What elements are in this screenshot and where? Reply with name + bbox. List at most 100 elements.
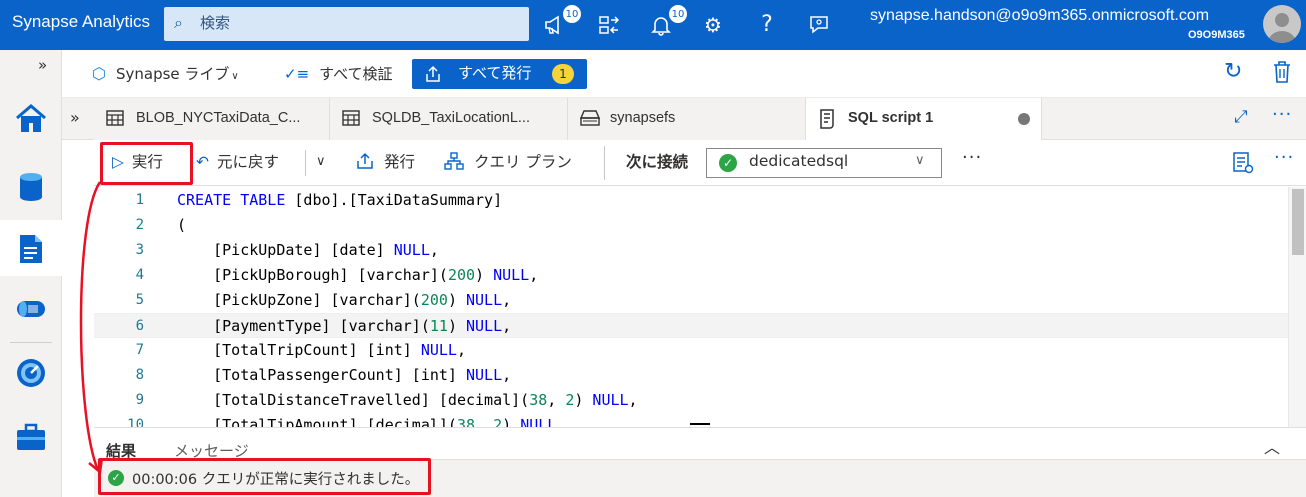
collapse-results-icon[interactable]: ︿ bbox=[1264, 434, 1280, 458]
feedback-icon[interactable] bbox=[804, 10, 834, 40]
develop-icon[interactable] bbox=[0, 220, 62, 276]
tab-sql-script-1[interactable]: SQL script 1 bbox=[806, 98, 1042, 141]
code-line[interactable]: 5 [PickUpZone] [varchar](200) NULL, bbox=[94, 288, 1288, 313]
code-line[interactable]: 1 CREATE TABLE [dbo].[TaxiDataSummary] bbox=[94, 188, 1288, 213]
live-mode-label: Synapse ライブ bbox=[115, 65, 230, 83]
table-icon bbox=[106, 110, 124, 126]
avatar[interactable] bbox=[1263, 5, 1301, 43]
search-input[interactable] bbox=[200, 12, 500, 34]
undo-button[interactable]: ↶ 元に戻す bbox=[196, 150, 279, 176]
text-cursor bbox=[690, 423, 710, 425]
validate-icon: ✓≡ bbox=[284, 65, 310, 83]
code-line[interactable]: 6 [PaymentType] [varchar](11) NULL, bbox=[94, 313, 1288, 338]
code-line[interactable]: 3 [PickUpDate] [date] NULL, bbox=[94, 238, 1288, 263]
gear-icon[interactable]: ⚙ bbox=[698, 10, 728, 40]
more-tabs-icon[interactable]: ··· bbox=[1272, 104, 1292, 125]
upload-icon bbox=[357, 152, 373, 169]
top-bar: Synapse Analytics ⌕ 10 10 ⚙ ? synapse.ha… bbox=[0, 0, 1306, 50]
expand-rail-icon[interactable]: » bbox=[38, 56, 47, 74]
notification-badge: 10 bbox=[562, 4, 582, 24]
status-message-highlight bbox=[98, 458, 431, 495]
code-text: [TotalTripCount] [int] NULL, bbox=[177, 341, 466, 359]
app-title[interactable]: Synapse Analytics bbox=[12, 12, 150, 32]
synapse-live-dropdown[interactable]: ⬡ Synapse ライブ ∨ bbox=[92, 62, 239, 88]
code-text: [PickUpZone] [varchar](200) NULL, bbox=[177, 291, 512, 309]
code-text: [PickUpDate] [date] NULL, bbox=[177, 241, 439, 259]
publish-label: 発行 bbox=[384, 153, 416, 171]
connection-select[interactable]: ✓ dedicatedsql ∨ bbox=[706, 148, 942, 178]
more-editor-icon[interactable]: ··· bbox=[1274, 146, 1294, 172]
connection-value: dedicatedsql bbox=[749, 152, 849, 170]
tab-label: SQLDB_TaxiLocationL... bbox=[372, 110, 530, 126]
annotation-arrow bbox=[79, 181, 104, 475]
code-text: ( bbox=[177, 216, 187, 234]
scrollbar-thumb[interactable] bbox=[1292, 189, 1304, 255]
user-org: O9O9M365 bbox=[1188, 29, 1245, 41]
validate-all-label: すべて検証 bbox=[319, 65, 393, 83]
unsaved-dot-icon[interactable] bbox=[1018, 113, 1030, 125]
synapse-icon: ⬡ bbox=[92, 64, 106, 83]
collapse-pane-icon[interactable]: » bbox=[70, 108, 80, 127]
search-icon: ⌕ bbox=[174, 13, 183, 32]
bell-icon[interactable]: 10 bbox=[646, 4, 688, 40]
upload-icon bbox=[426, 65, 440, 82]
publish-button[interactable]: 発行 bbox=[356, 150, 415, 176]
code-text: [TotalDistanceTravelled] [decimal](38, 2… bbox=[177, 391, 638, 409]
maximize-icon[interactable]: ⤢ bbox=[1234, 107, 1248, 127]
user-email[interactable]: synapse.handson@o9o9m365.onmicrosoft.com bbox=[870, 7, 1209, 25]
query-plan-label: クエリ プラン bbox=[474, 153, 572, 171]
code-text: [TotalPassengerCount] [int] NULL, bbox=[177, 366, 512, 384]
run-button-highlight bbox=[100, 142, 193, 185]
code-editor[interactable]: 1 CREATE TABLE [dbo].[TaxiDataSummary] 2(3… bbox=[94, 187, 1306, 427]
properties-icon[interactable] bbox=[1232, 152, 1254, 178]
left-rail: » bbox=[0, 50, 62, 497]
code-text: [TotalTipAmount] [decimal](38, 2) NULL, bbox=[177, 416, 566, 427]
tab-label: BLOB_NYCTaxiData_C... bbox=[136, 110, 301, 126]
megaphone-icon[interactable]: 10 bbox=[540, 4, 582, 40]
directory-switch-icon[interactable] bbox=[594, 10, 624, 40]
discard-icon[interactable] bbox=[1272, 60, 1292, 86]
home-icon[interactable] bbox=[0, 90, 62, 146]
search-box[interactable]: ⌕ bbox=[164, 7, 529, 41]
connect-to-label: 次に接続 bbox=[626, 153, 689, 171]
chevron-down-icon: ∨ bbox=[231, 71, 239, 82]
help-icon[interactable]: ? bbox=[752, 10, 782, 40]
data-icon[interactable] bbox=[0, 158, 62, 214]
tab-blob-nyctaxidata[interactable]: BLOB_NYCTaxiData_C... bbox=[94, 98, 330, 140]
code-line[interactable]: 9 [TotalDistanceTravelled] [decimal](38,… bbox=[94, 388, 1288, 413]
chevron-down-icon: ∨ bbox=[915, 153, 925, 168]
code-line[interactable]: 4 [PickUpBorough] [varchar](200) NULL, bbox=[94, 263, 1288, 288]
chevron-down-icon[interactable]: ∨ bbox=[316, 150, 326, 176]
tab-sqldb-taxilocation[interactable]: SQLDB_TaxiLocationL... bbox=[330, 98, 568, 140]
code-line[interactable]: 8 [TotalPassengerCount] [int] NULL, bbox=[94, 363, 1288, 388]
check-circle-icon: ✓ bbox=[719, 154, 737, 172]
undo-icon: ↶ bbox=[196, 153, 209, 171]
validate-all-button[interactable]: ✓≡ すべて検証 bbox=[284, 62, 393, 88]
more-options-icon[interactable]: ··· bbox=[962, 146, 982, 172]
monitor-icon[interactable] bbox=[0, 344, 62, 400]
code-text: CREATE TABLE [dbo].[TaxiDataSummary] bbox=[177, 191, 503, 209]
script-icon bbox=[820, 109, 834, 129]
main-toolbar: ⬡ Synapse ライブ ∨ ✓≡ すべて検証 すべて発行 1 ↻ bbox=[62, 50, 1306, 98]
tab-synapsefs[interactable]: synapsefs bbox=[568, 98, 806, 140]
refresh-icon[interactable]: ↻ bbox=[1224, 60, 1242, 86]
publish-all-label: すべて発行 bbox=[458, 64, 532, 82]
integrate-icon[interactable] bbox=[0, 280, 62, 336]
editor-toolbar: ▷ 実行 ↶ 元に戻す ∨ 発行 クエリ プラン 次に接続 ✓ dedicateds… bbox=[94, 140, 1306, 186]
publish-all-button[interactable]: すべて発行 1 bbox=[412, 59, 587, 89]
tab-label: SQL script 1 bbox=[848, 110, 934, 126]
publish-count-badge: 1 bbox=[552, 64, 574, 84]
vertical-scrollbar[interactable] bbox=[1288, 187, 1306, 427]
undo-label: 元に戻す bbox=[217, 153, 280, 171]
storage-icon bbox=[580, 110, 600, 126]
query-plan-button[interactable]: クエリ プラン bbox=[444, 150, 572, 176]
code-text: [PickUpBorough] [varchar](200) NULL, bbox=[177, 266, 539, 284]
code-text: [PaymentType] [varchar](11) NULL, bbox=[177, 317, 512, 335]
code-line[interactable]: 7 [TotalTripCount] [int] NULL, bbox=[94, 338, 1288, 363]
tab-strip: » BLOB_NYCTaxiData_C... SQLDB_TaxiLocati… bbox=[62, 98, 1306, 141]
code-line[interactable]: 2( bbox=[94, 213, 1288, 238]
notification-badge: 10 bbox=[668, 4, 688, 24]
tab-label: synapsefs bbox=[610, 110, 676, 126]
table-icon bbox=[342, 110, 360, 126]
manage-icon[interactable] bbox=[0, 408, 62, 464]
